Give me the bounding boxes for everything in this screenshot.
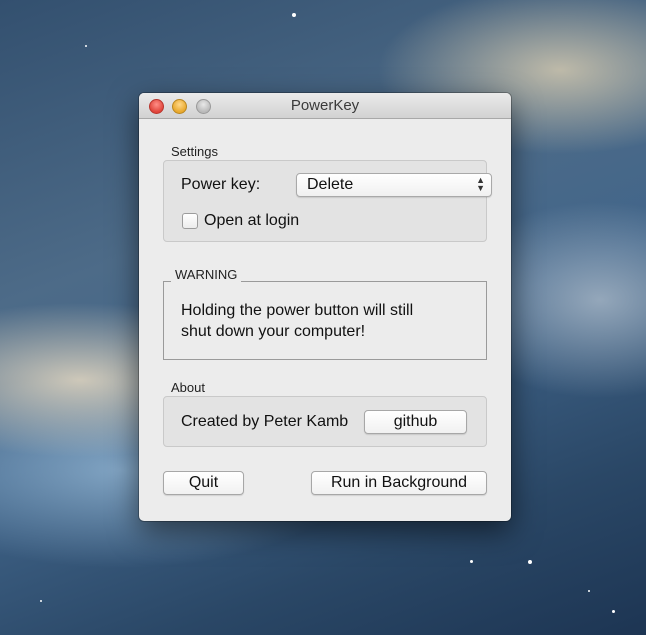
window-title: PowerKey <box>290 97 360 114</box>
title-bar[interactable]: PowerKey <box>139 93 511 119</box>
star <box>85 45 87 47</box>
star <box>588 590 590 592</box>
open-at-login-checkbox[interactable] <box>182 213 198 229</box>
up-down-chevron-icon: ▲ ▼ <box>476 175 485 193</box>
star <box>292 13 296 17</box>
star <box>612 610 615 613</box>
power-key-dropdown-value: Delete <box>307 176 354 193</box>
settings-group: Power key: Delete ▲ ▼ Open at login <box>163 160 492 242</box>
warning-text-line-2: shut down your computer! <box>181 323 366 340</box>
warning-section-label: WARNING <box>171 267 242 282</box>
settings-section-label: Settings <box>171 144 218 159</box>
power-key-label: Power key: <box>181 176 261 193</box>
star <box>470 560 473 563</box>
star <box>40 600 42 602</box>
powerkey-window: PowerKey Settings Power key: Delete ▲ ▼ O… <box>139 93 511 521</box>
run-in-background-button[interactable]: Run in Background <box>311 471 487 495</box>
power-key-dropdown[interactable]: Delete ▲ ▼ <box>296 173 492 197</box>
github-button[interactable]: github <box>364 410 467 434</box>
created-by-text: Created by Peter Kamb <box>181 413 349 430</box>
star <box>528 560 532 564</box>
warning-group: Holding the power button will still shut… <box>163 281 487 360</box>
quit-button[interactable]: Quit <box>163 471 244 495</box>
warning-text-line-1: Holding the power button will still <box>181 302 414 319</box>
about-section-label: About <box>171 380 205 395</box>
open-at-login-label[interactable]: Open at login <box>204 212 299 230</box>
about-group: Created by Peter Kamb github <box>163 396 487 447</box>
